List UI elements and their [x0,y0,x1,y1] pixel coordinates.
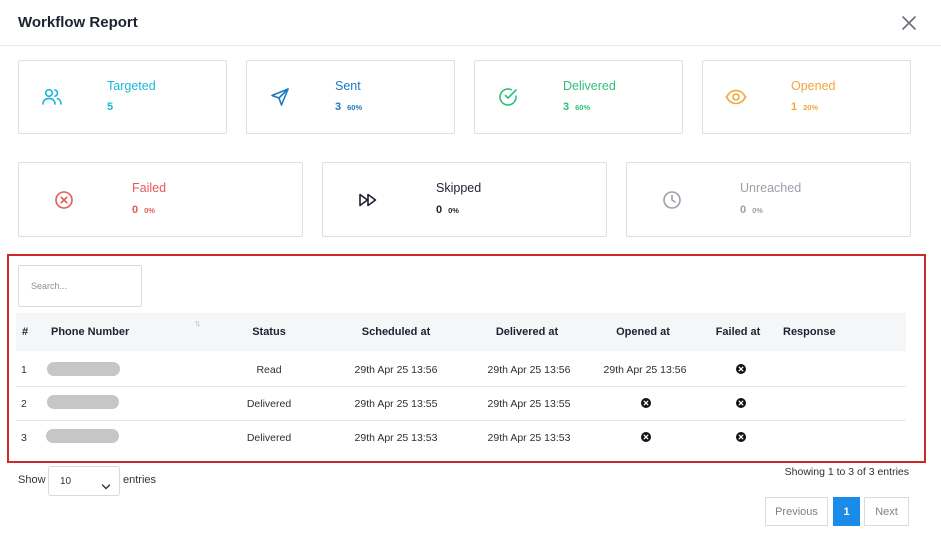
sort-icon[interactable]: ↑↓ [194,318,201,328]
stat-value-sent: 3 60% [335,101,362,113]
close-icon[interactable] [898,12,920,34]
column-header-delivered-at: Delivered at [495,326,559,338]
table-header [16,313,906,351]
stat-count-sent: 3 [335,101,342,113]
stat-value-targeted: 5 [107,101,119,113]
stat-count-failed: 0 [132,204,139,216]
stat-value-opened: 1 20% [791,101,818,113]
stat-label-targeted: Targeted [107,79,156,93]
search-input[interactable] [18,265,142,307]
row-index: 3 [21,432,27,444]
stat-percent-unreached: 0% [752,206,763,215]
column-header-phone-number[interactable]: Phone Number [51,326,129,338]
table-row [16,387,906,421]
column-header-opened-at: Opened at [616,326,670,338]
phone-number-redacted [46,429,119,443]
entries-select[interactable]: 10 [48,466,120,496]
row-status: Delivered [246,432,292,444]
stat-percent-delivered: 60% [575,103,591,112]
row-scheduled-at: 29th Apr 25 13:55 [354,398,438,410]
stat-label-skipped: Skipped [436,181,482,195]
row-status: Delivered [246,398,292,410]
stat-label-opened: Opened [791,79,836,93]
row-index: 2 [21,398,27,410]
stat-card-failed: Failed 0 0% [18,162,303,237]
table-row [16,421,906,455]
x-circle-filled-icon [736,364,746,374]
entries-label: entries [123,474,157,486]
modal-title: Workflow Report [18,14,138,31]
row-delivered-at: 29th Apr 25 13:55 [487,398,571,410]
stat-label-failed: Failed [132,181,167,195]
stat-value-skipped: 0 0% [436,204,459,216]
next-button[interactable]: Next [864,497,909,526]
send-icon [268,85,292,109]
stat-card-delivered: Delivered 3 60% [474,60,683,134]
stat-percent-failed: 0% [144,206,155,215]
row-opened-at: 29th Apr 25 13:56 [603,364,687,376]
table-info: Showing 1 to 3 of 3 entries [784,466,909,478]
row-delivered-at: 29th Apr 25 13:53 [487,432,571,444]
column-header-scheduled-at: Scheduled at [361,326,431,338]
row-scheduled-at: 29th Apr 25 13:53 [354,432,438,444]
stat-count-opened: 1 [791,101,798,113]
clock-icon [660,188,684,212]
stat-percent-opened: 20% [803,103,819,112]
stat-value-unreached: 0 0% [740,204,763,216]
column-header-index: # [22,326,29,338]
entries-select-value: 10 [60,476,72,487]
x-circle-filled-icon [641,398,651,408]
chevron-down-icon [101,478,111,496]
stat-card-opened: Opened 1 20% [702,60,911,134]
row-scheduled-at: 29th Apr 25 13:56 [354,364,438,376]
column-header-status: Status [252,326,286,338]
stat-label-delivered: Delivered [563,79,616,93]
stat-count-delivered: 3 [563,101,570,113]
previous-button[interactable]: Previous [765,497,828,526]
users-icon [40,85,64,109]
stat-card-skipped: Skipped 0 0% [322,162,607,237]
phone-number-redacted [47,395,119,409]
fast-forward-icon [356,188,380,212]
eye-icon [724,85,748,109]
phone-number-redacted [47,362,120,376]
x-circle-icon [52,188,76,212]
column-header-failed-at: Failed at [715,326,761,338]
stat-count-skipped: 0 [436,204,443,216]
x-circle-filled-icon [736,398,746,408]
row-status: Read [256,364,282,376]
x-circle-filled-icon [641,432,651,442]
show-label: Show [18,474,46,486]
row-delivered-at: 29th Apr 25 13:56 [487,364,571,376]
stat-label-sent: Sent [335,79,361,93]
x-circle-filled-icon [736,432,746,442]
table-row [16,353,906,387]
column-header-response: Response [783,326,836,338]
stat-count-unreached: 0 [740,204,747,216]
modal-header: Workflow Report [0,0,941,46]
row-index: 1 [21,364,27,376]
stat-card-sent: Sent 3 60% [246,60,455,134]
stat-count-targeted: 5 [107,101,114,113]
stat-card-unreached: Unreached 0 0% [626,162,911,237]
stat-percent-sent: 60% [347,103,363,112]
stat-percent-skipped: 0% [448,206,459,215]
stat-value-delivered: 3 60% [563,101,590,113]
page-1-button[interactable]: 1 [833,497,860,526]
check-circle-icon [496,85,520,109]
stat-value-failed: 0 0% [132,204,155,216]
stat-label-unreached: Unreached [740,181,802,195]
stat-card-targeted: Targeted 5 [18,60,227,134]
